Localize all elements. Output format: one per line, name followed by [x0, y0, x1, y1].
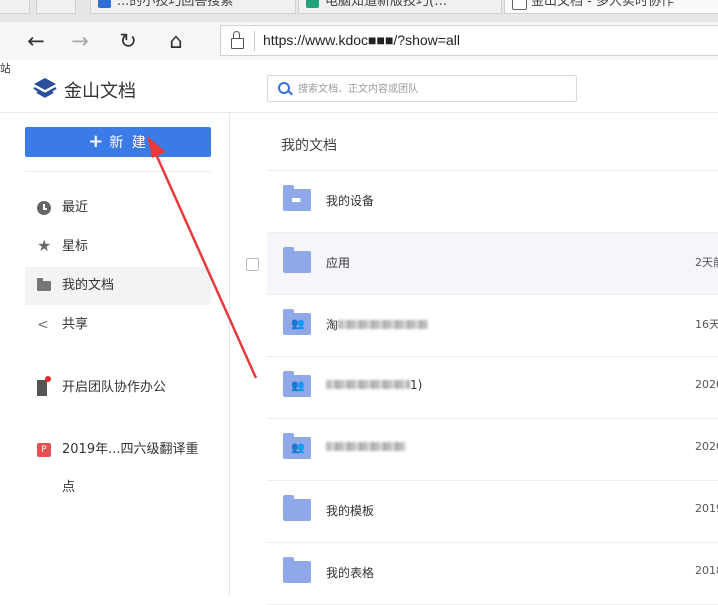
annotation-arrow-head: [147, 136, 166, 158]
annotation-arrow-shaft: [153, 151, 258, 379]
annotation-arrow: [147, 136, 258, 379]
